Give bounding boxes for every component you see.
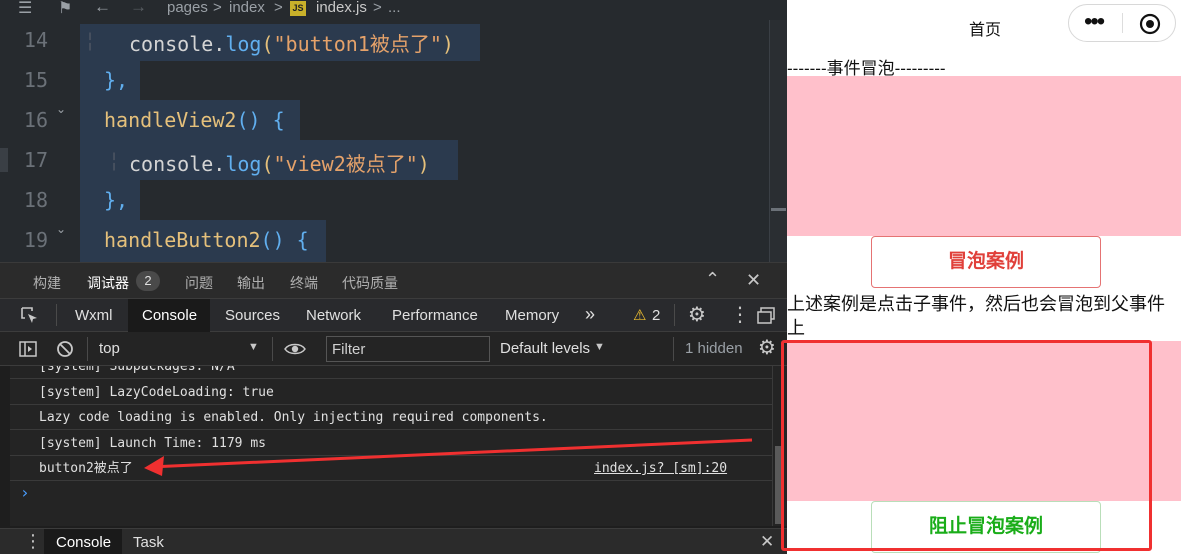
annotation-arrow	[144, 438, 753, 476]
